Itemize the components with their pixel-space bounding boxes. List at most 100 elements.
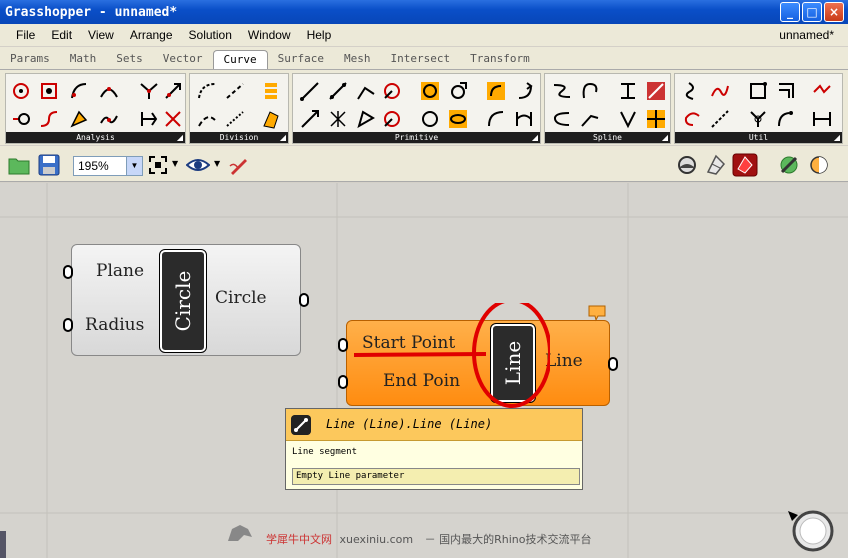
- input-port[interactable]: [63, 265, 73, 279]
- fillet-icon[interactable]: [709, 80, 731, 102]
- project-icon[interactable]: [775, 80, 797, 102]
- sketch-pen-icon[interactable]: [228, 154, 250, 176]
- menu-solution[interactable]: Solution: [181, 28, 240, 42]
- rectangle-icon[interactable]: [447, 108, 469, 130]
- curve-analysis-icon[interactable]: [10, 80, 32, 102]
- tab-params[interactable]: Params: [0, 52, 60, 69]
- message-balloon-icon[interactable]: [588, 304, 606, 322]
- curve-analysis-icon[interactable]: [162, 108, 184, 130]
- navigation-compass-icon[interactable]: [786, 509, 834, 553]
- curve-analysis-icon[interactable]: [138, 108, 160, 130]
- preview-wireframe-icon[interactable]: [676, 154, 698, 176]
- menu-edit[interactable]: Edit: [43, 28, 80, 42]
- curve-analysis-icon[interactable]: [138, 80, 160, 102]
- minimize-button[interactable]: _: [780, 2, 800, 22]
- contour-icon[interactable]: [260, 80, 282, 102]
- preview-selected-icon[interactable]: [732, 153, 758, 177]
- curve-analysis-icon[interactable]: [10, 108, 32, 130]
- canvas[interactable]: Plane Radius Circle Circle Start Point E…: [0, 183, 848, 558]
- chevron-down-icon[interactable]: ▼: [214, 159, 220, 168]
- tab-math[interactable]: Math: [60, 52, 107, 69]
- curve-on-surface-icon[interactable]: [617, 108, 639, 130]
- curve-analysis-icon[interactable]: [68, 80, 90, 102]
- curve-analysis-icon[interactable]: [68, 108, 90, 130]
- seam-icon[interactable]: [747, 108, 769, 130]
- polygon-icon[interactable]: [355, 108, 377, 130]
- simplify-icon[interactable]: [775, 108, 797, 130]
- tab-transform[interactable]: Transform: [460, 52, 540, 69]
- input-port[interactable]: [63, 318, 73, 332]
- zoom-extents-icon[interactable]: [148, 155, 168, 175]
- output-port[interactable]: [608, 357, 618, 371]
- chevron-down-icon[interactable]: ▼: [172, 159, 178, 168]
- line-sdl-icon[interactable]: [299, 80, 321, 102]
- iso-curve-icon[interactable]: [645, 108, 667, 130]
- expand-icon[interactable]: ◢: [662, 132, 668, 143]
- input-port[interactable]: [338, 375, 348, 389]
- close-button[interactable]: ×: [824, 2, 844, 22]
- bezier-span-icon[interactable]: [551, 80, 573, 102]
- expand-icon[interactable]: ◢: [532, 132, 538, 143]
- open-file-icon[interactable]: [8, 155, 30, 175]
- polyarc-icon[interactable]: [551, 108, 573, 130]
- circle-component[interactable]: Plane Radius Circle Circle: [71, 244, 301, 356]
- tab-mesh[interactable]: Mesh: [334, 52, 381, 69]
- curve-analysis-icon[interactable]: [98, 108, 120, 130]
- dash-pattern-icon[interactable]: [224, 108, 246, 130]
- arc-3pt-icon[interactable]: [485, 80, 507, 102]
- tab-vector[interactable]: Vector: [153, 52, 213, 69]
- interpolate-icon[interactable]: [617, 80, 639, 102]
- tab-surface[interactable]: Surface: [268, 52, 334, 69]
- menu-arrange[interactable]: Arrange: [122, 28, 181, 42]
- extend-icon[interactable]: [709, 108, 731, 130]
- modified-arc-icon[interactable]: [485, 108, 507, 130]
- tab-sets[interactable]: Sets: [106, 52, 153, 69]
- preview-shaded-icon[interactable]: [704, 154, 726, 176]
- curve-length-icon[interactable]: [811, 108, 833, 130]
- solver-icon[interactable]: [808, 154, 830, 176]
- arc-icon[interactable]: [381, 80, 403, 102]
- zoom-combobox[interactable]: 195% ▼: [73, 156, 143, 176]
- explode-icon[interactable]: [811, 80, 833, 102]
- arc-sed-icon[interactable]: [513, 80, 535, 102]
- curve-analysis-icon[interactable]: [38, 80, 60, 102]
- maximize-button[interactable]: □: [802, 2, 822, 22]
- expand-icon[interactable]: ◢: [280, 132, 286, 143]
- curve-analysis-icon[interactable]: [98, 80, 120, 102]
- flip-icon[interactable]: [681, 108, 703, 130]
- circle-icon[interactable]: [419, 108, 441, 130]
- menu-help[interactable]: Help: [299, 28, 340, 42]
- scrollbar-handle[interactable]: [0, 531, 6, 558]
- line-icon[interactable]: [327, 80, 349, 102]
- menu-view[interactable]: View: [80, 28, 122, 42]
- bake-icon[interactable]: [778, 154, 800, 176]
- input-port[interactable]: [338, 338, 348, 352]
- menu-window[interactable]: Window: [240, 28, 299, 42]
- polyline-icon[interactable]: [355, 80, 377, 102]
- ellipse-icon[interactable]: [381, 108, 403, 130]
- nurbs-curve-icon[interactable]: [579, 80, 601, 102]
- curve-analysis-icon[interactable]: [162, 80, 184, 102]
- circle-cnr-icon[interactable]: [419, 80, 441, 102]
- contour-ex-icon[interactable]: [260, 108, 282, 130]
- expand-icon[interactable]: ◢: [177, 132, 183, 143]
- tween-curve-icon[interactable]: [579, 108, 601, 130]
- save-file-icon[interactable]: [38, 154, 60, 176]
- eye-icon[interactable]: [186, 157, 210, 173]
- menu-file[interactable]: File: [0, 28, 43, 42]
- output-port[interactable]: [299, 293, 309, 307]
- chevron-down-icon[interactable]: ▼: [126, 157, 142, 175]
- tab-curve[interactable]: Curve: [212, 50, 268, 69]
- divide-curve-icon[interactable]: [196, 80, 218, 102]
- divide-length-icon[interactable]: [224, 80, 246, 102]
- offset-icon[interactable]: [747, 80, 769, 102]
- shatter-icon[interactable]: [196, 108, 218, 130]
- expand-icon[interactable]: ◢: [834, 132, 840, 143]
- curve-analysis-icon[interactable]: [38, 108, 60, 130]
- circle-3pt-icon[interactable]: [447, 80, 469, 102]
- join-curves-icon[interactable]: [681, 80, 703, 102]
- tangent-arcs-icon[interactable]: [513, 108, 535, 130]
- knot-vector-icon[interactable]: [645, 80, 667, 102]
- fit-line-icon[interactable]: [327, 108, 349, 130]
- tab-intersect[interactable]: Intersect: [380, 52, 460, 69]
